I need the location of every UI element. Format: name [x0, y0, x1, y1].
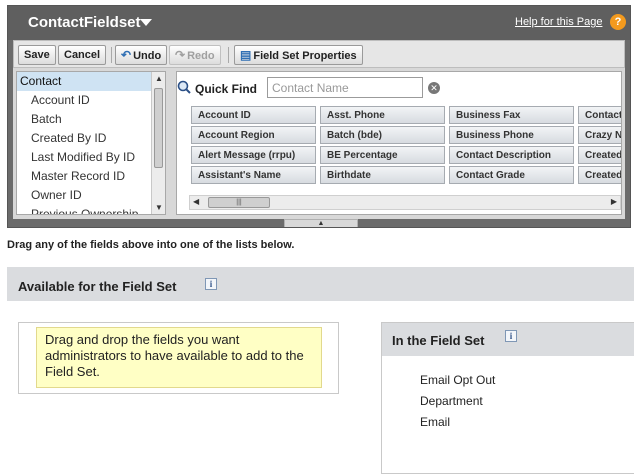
- available-section-header: Available for the Field Set i: [7, 267, 634, 301]
- field-set-editor: ContactFieldset Help for this Page ? Sav…: [7, 5, 631, 228]
- scroll-right-icon[interactable]: ▶: [611, 197, 617, 206]
- field-chip[interactable]: Batch (bde): [320, 126, 445, 144]
- in-field-set-header: In the Field Set i: [382, 323, 634, 356]
- object-item-contact[interactable]: Contact: [17, 72, 165, 91]
- field-palette-scrollbar[interactable]: ◀ ||| ▶: [189, 195, 621, 210]
- field-set-item[interactable]: Department: [420, 394, 483, 408]
- toolbar: Save Cancel ↶ Undo ↷ Redo ▤ Field Set Prope…: [13, 40, 625, 68]
- cancel-button[interactable]: Cancel: [58, 45, 107, 65]
- field-set-item[interactable]: Email: [420, 415, 450, 429]
- field-chip[interactable]: Asst. Phone: [320, 106, 445, 124]
- field-chip[interactable]: Contact Grade: [449, 166, 574, 184]
- save-label: Save: [24, 49, 50, 61]
- field-chip[interactable]: Business Fax: [449, 106, 574, 124]
- undo-button[interactable]: ↶ Undo: [115, 45, 168, 65]
- help-link[interactable]: Help for this Page: [515, 16, 602, 28]
- field-set-item[interactable]: Email Opt Out: [420, 373, 495, 387]
- object-list-scrollbar[interactable]: ▲ ▼: [151, 72, 165, 214]
- scrollbar-thumb[interactable]: [154, 88, 163, 168]
- field-chip[interactable]: Created Date: [578, 166, 621, 184]
- collapse-palette-handle[interactable]: ▲: [284, 219, 358, 227]
- drag-instructions: Drag any of the fields above into one of…: [7, 239, 295, 251]
- in-field-set-title: In the Field Set: [392, 333, 485, 348]
- save-button[interactable]: Save: [18, 45, 56, 65]
- toolbar-divider: [228, 47, 229, 63]
- cancel-label: Cancel: [64, 49, 101, 61]
- scroll-left-icon[interactable]: ◀: [193, 197, 199, 206]
- field-chip[interactable]: BE Percentage: [320, 146, 445, 164]
- info-icon[interactable]: i: [505, 330, 517, 342]
- undo-label: Undo: [133, 50, 162, 62]
- redo-icon: ↷: [175, 48, 186, 62]
- redo-label: Redo: [187, 50, 215, 62]
- scroll-up-icon[interactable]: ▲: [155, 74, 163, 83]
- object-item-previous-ownership[interactable]: Previous Ownership: [17, 205, 165, 214]
- info-icon[interactable]: i: [205, 278, 217, 290]
- object-item-account-id[interactable]: Account ID: [17, 91, 165, 110]
- redo-button[interactable]: ↷ Redo: [169, 45, 221, 65]
- field-chip[interactable]: Account ID: [191, 106, 316, 124]
- help-icon[interactable]: ?: [610, 14, 626, 30]
- object-list: Contact Account ID Batch Created By ID L…: [16, 71, 166, 215]
- field-set-properties-button[interactable]: ▤ Field Set Properties: [234, 45, 363, 65]
- field-chip[interactable]: Crazy Number: [578, 126, 621, 144]
- field-chip[interactable]: Contact Currency: [578, 106, 621, 124]
- field-palette: Quick Find ✕ Account ID Asst. Phone Busi…: [176, 71, 622, 215]
- properties-icon: ▤: [240, 48, 252, 62]
- available-drop-zone[interactable]: Drag and drop the fields you want admini…: [18, 322, 339, 394]
- field-set-title: ContactFieldset: [28, 14, 141, 31]
- scrollbar-thumb[interactable]: |||: [208, 197, 270, 208]
- object-item-batch[interactable]: Batch: [17, 110, 165, 129]
- field-chip[interactable]: Assistant's Name: [191, 166, 316, 184]
- object-item-last-modified-by-id[interactable]: Last Modified By ID: [17, 148, 165, 167]
- quick-find-label: Quick Find: [195, 82, 258, 96]
- clear-icon[interactable]: ✕: [428, 82, 440, 94]
- scroll-down-icon[interactable]: ▼: [155, 203, 163, 212]
- in-field-set-panel[interactable]: In the Field Set i Email Opt Out Departm…: [381, 322, 634, 474]
- object-item-created-by-id[interactable]: Created By ID: [17, 129, 165, 148]
- editor-header: ContactFieldset Help for this Page ?: [8, 6, 630, 40]
- available-section-title: Available for the Field Set: [18, 279, 177, 294]
- chevron-down-icon[interactable]: [140, 19, 152, 26]
- toolbar-divider: [111, 47, 112, 63]
- field-chip[interactable]: Contact Description: [449, 146, 574, 164]
- object-item-master-record-id[interactable]: Master Record ID: [17, 167, 165, 186]
- undo-icon: ↶: [121, 48, 132, 62]
- object-item-owner-id[interactable]: Owner ID: [17, 186, 165, 205]
- field-chip[interactable]: Business Phone: [449, 126, 574, 144]
- available-hint-message: Drag and drop the fields you want admini…: [36, 327, 322, 388]
- quick-find-input[interactable]: [267, 77, 423, 98]
- field-chip[interactable]: Alert Message (rrpu): [191, 146, 316, 164]
- field-chip[interactable]: Created By: [578, 146, 621, 164]
- field-chip[interactable]: Account Region: [191, 126, 316, 144]
- field-chip[interactable]: Birthdate: [320, 166, 445, 184]
- search-icon: [177, 80, 191, 94]
- field-set-properties-label: Field Set Properties: [253, 50, 357, 62]
- palette: Contact Account ID Batch Created By ID L…: [13, 68, 625, 219]
